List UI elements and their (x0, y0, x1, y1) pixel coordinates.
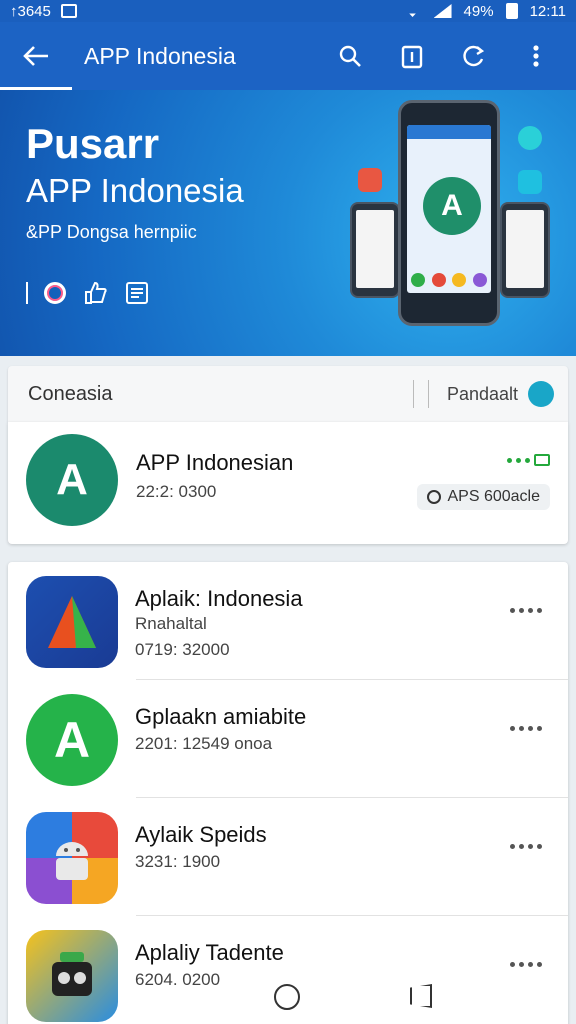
clipboard-button[interactable] (390, 34, 434, 78)
featured-app-card[interactable]: A APP Indonesian 22:2: 0300 APS 600acle (8, 422, 568, 544)
floating-icon-blue (518, 170, 542, 194)
app-meta: 6204. 0200 (135, 970, 221, 989)
illustration-phone-left (350, 202, 400, 298)
signal-icon (433, 4, 452, 18)
more-options-button[interactable] (506, 598, 546, 622)
divider (427, 380, 429, 408)
more-options-button[interactable] (506, 952, 546, 976)
divider-bar (26, 282, 28, 304)
back-button[interactable] (0, 22, 72, 90)
illustration-phone-right (500, 202, 550, 298)
featured-app-logo: A (26, 434, 118, 526)
list-header-right-label[interactable]: Pandaalt (447, 384, 518, 405)
document-icon[interactable] (124, 280, 150, 306)
battery-icon (505, 3, 518, 19)
hero-subtitle: &PP Dongsa hernpiic (26, 222, 197, 242)
clock: 12:11 (529, 2, 566, 20)
more-vert-icon (533, 45, 539, 67)
hero-banner: Pusarr APP Indonesia &PP Dongsa hernpiic… (0, 90, 576, 356)
app-bar-title: APP Indonesia (84, 42, 236, 69)
battery-percent: 49% (463, 2, 494, 20)
more-options-button[interactable] (506, 716, 546, 740)
app-meta: 3231: 1900 (135, 852, 221, 871)
thumbs-up-icon[interactable] (82, 280, 108, 306)
notification-icon (60, 4, 77, 18)
app-subtitle: Rnahaltal (135, 614, 207, 633)
wifi-icon (403, 7, 422, 17)
featured-app-chip[interactable]: APS 600acle (417, 484, 550, 510)
app-meta: 2201: 12549 onoa (135, 734, 273, 753)
key-icon[interactable] (528, 381, 554, 407)
featured-chip-label: APS 600acle (447, 488, 540, 505)
illustration-app-logo: A (423, 177, 481, 235)
recent-nav-button[interactable] (410, 984, 432, 1008)
featured-app-name: APP Indonesian (136, 450, 294, 475)
divider (412, 380, 414, 408)
more-options-button[interactable] (506, 834, 546, 858)
info-icon (427, 490, 442, 504)
app-icon-gplaakn: A (26, 694, 118, 786)
app-icon-android (26, 812, 118, 904)
home-nav-button[interactable] (274, 984, 300, 1010)
list-header: Coneasia Pandaalt (8, 366, 568, 422)
hero-title: Pusarr (26, 120, 160, 167)
refresh-button[interactable] (452, 34, 496, 78)
search-button[interactable] (328, 34, 372, 78)
app-name: Aplaliy Tadente (135, 940, 284, 965)
list-item[interactable]: A Gplaakn amiabite 2201: 12549 onoa (8, 680, 568, 798)
clipboard-icon (401, 45, 423, 69)
app-icon-aplaik (26, 576, 118, 668)
battery-status-icon (534, 454, 550, 466)
featured-status (507, 454, 550, 466)
search-icon (339, 45, 361, 67)
featured-app-meta: 22:2: 0300 (136, 482, 217, 501)
app-list: Aplaik: Indonesia Rnahaltal 0719: 32000 … (8, 562, 568, 1024)
app-name: Gplaakn amiabite (135, 704, 307, 729)
refresh-icon (463, 45, 485, 67)
hero-heading: APP Indonesia (26, 172, 244, 209)
app-icon-robot (26, 930, 118, 1022)
list-header-label: Coneasia (28, 382, 113, 405)
floating-icon-teal (518, 126, 542, 150)
app-name: Aylaik Speids (135, 822, 267, 847)
overflow-menu-button[interactable] (514, 34, 558, 78)
app-bar: APP Indonesia (0, 22, 576, 90)
status-left-text: ↑3645 (10, 2, 51, 20)
app-meta: 0719: 32000 (135, 640, 230, 659)
illustration-phone: A (398, 100, 500, 326)
floating-icon-red (358, 168, 382, 192)
list-item[interactable]: Aylaik Speids 3231: 1900 (8, 798, 568, 916)
back-arrow-icon (23, 46, 48, 66)
list-item[interactable]: Aplaik: Indonesia Rnahaltal 0719: 32000 (8, 562, 568, 680)
app-name: Aplaik: Indonesia (135, 586, 303, 611)
status-bar: ↑3645 49% 12:11 (0, 0, 576, 22)
browser-icon[interactable] (44, 282, 66, 304)
